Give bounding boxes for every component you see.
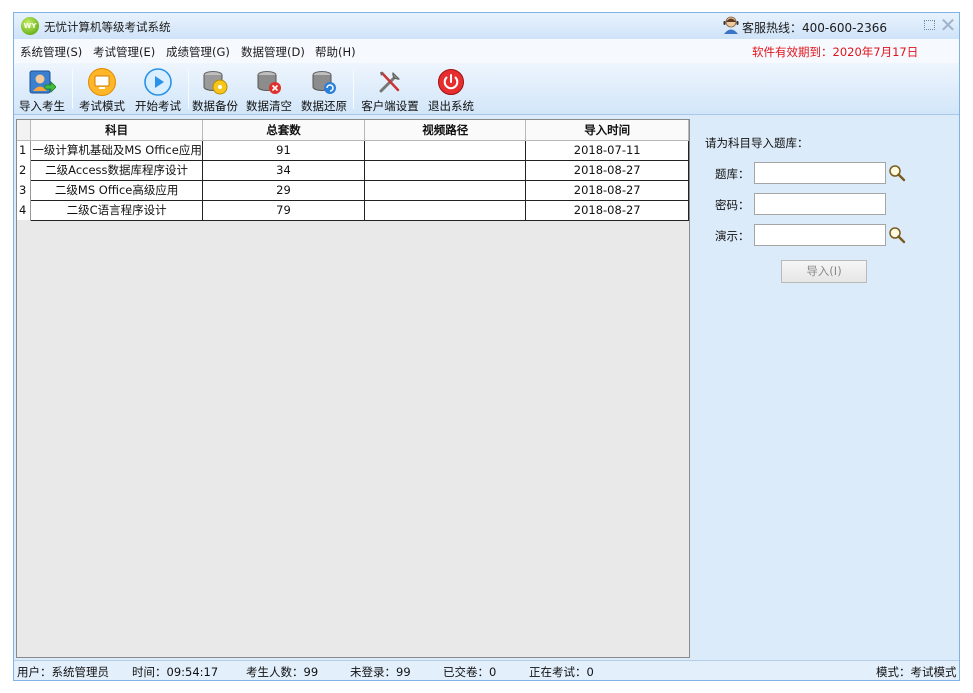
menu-score[interactable]: 成绩管理(G): [166, 44, 230, 60]
data-restore-icon: [312, 71, 336, 94]
exit-system-icon: [438, 69, 464, 95]
row-index: 4: [17, 200, 32, 220]
start-exam-button[interactable]: 开始考试: [131, 66, 185, 113]
import-students-label: 导入考生: [19, 99, 65, 113]
client-settings-label: 客户端设置: [361, 99, 419, 113]
subject-table: 科目 总套数 视频路径 导入时间 1 一级计算机基础及MS Office应用 9…: [17, 120, 689, 221]
status-mode: 模式：考试模式: [876, 665, 957, 679]
data-restore-label: 数据还原: [301, 99, 347, 113]
subject-grid: 科目 总套数 视频路径 导入时间 1 一级计算机基础及MS Office应用 9…: [16, 119, 690, 658]
column-header-count[interactable]: 总套数: [202, 120, 366, 141]
toolbar-separator: [72, 69, 73, 109]
cell-subject[interactable]: 二级C语言程序设计: [30, 199, 203, 221]
cell-video[interactable]: [364, 139, 527, 161]
import-panel: 请为科目导入题库： 题库： 密码： 演示： 导入(I): [693, 119, 958, 658]
exit-system-button[interactable]: 退出系统: [425, 66, 477, 113]
start-exam-icon: [144, 68, 172, 96]
app-logo-icon: WY: [21, 17, 39, 35]
bank-search-icon[interactable]: [888, 164, 906, 182]
title-bar: WY 无忧计算机等级考试系统 客服热线：400-600-2366 ✕: [14, 13, 959, 39]
import-students-button[interactable]: 导入考生: [16, 66, 68, 113]
demo-input[interactable]: [754, 224, 886, 246]
cell-video[interactable]: [364, 179, 527, 201]
bank-label: 题库：: [715, 167, 750, 181]
window-title: 无忧计算机等级考试系统: [44, 20, 171, 34]
data-clear-icon: [257, 71, 281, 94]
exit-system-label: 退出系统: [428, 99, 474, 113]
cell-count[interactable]: 34: [201, 159, 366, 181]
row-index: 2: [17, 160, 32, 180]
row-index: 1: [17, 140, 32, 160]
demo-search-icon[interactable]: [888, 226, 906, 244]
main-window: WY 无忧计算机等级考试系统 客服热线：400-600-2366 ✕ 系统管理(…: [13, 12, 960, 681]
cell-subject[interactable]: 一级计算机基础及MS Office应用: [30, 139, 203, 161]
exam-mode-button[interactable]: 考试模式: [75, 66, 129, 113]
status-submitted: 已交卷：0: [443, 665, 497, 679]
menu-bar: 系统管理(S) 考试管理(E) 成绩管理(G) 数据管理(D) 帮助(H) 软件…: [14, 39, 959, 63]
cell-time[interactable]: 2018-08-27: [525, 179, 689, 201]
cell-count[interactable]: 29: [201, 179, 366, 201]
password-input[interactable]: [754, 193, 886, 215]
menu-exam[interactable]: 考试管理(E): [93, 44, 155, 60]
data-clear-button[interactable]: 数据清空: [244, 66, 294, 113]
table-row[interactable]: 2 二级Access数据库程序设计 34 2018-08-27: [17, 159, 689, 181]
expiry-notice: 软件有效期到：2020年7月17日: [752, 45, 919, 59]
status-user: 用户：系统管理员: [17, 665, 109, 679]
cell-video[interactable]: [364, 199, 527, 221]
menu-help[interactable]: 帮助(H): [315, 44, 356, 60]
data-backup-button[interactable]: 数据备份: [191, 66, 239, 113]
exam-mode-label: 考试模式: [79, 99, 125, 113]
menu-system[interactable]: 系统管理(S): [20, 44, 82, 60]
column-header-video[interactable]: 视频路径: [364, 120, 527, 141]
cell-time[interactable]: 2018-08-27: [525, 199, 689, 221]
import-students-icon: [29, 70, 56, 94]
cell-subject[interactable]: 二级MS Office高级应用: [30, 179, 203, 201]
customer-service-icon: [723, 16, 739, 34]
password-label: 密码：: [715, 198, 750, 212]
close-button[interactable]: ✕: [939, 15, 957, 35]
row-index: 3: [17, 180, 32, 200]
data-backup-label: 数据备份: [192, 99, 238, 113]
import-panel-title: 请为科目导入题库：: [705, 136, 809, 150]
demo-label: 演示：: [715, 229, 750, 243]
toolbar-separator: [353, 69, 354, 109]
data-restore-button[interactable]: 数据还原: [299, 66, 349, 113]
cell-video[interactable]: [364, 159, 527, 181]
table-header-row: 科目 总套数 视频路径 导入时间: [17, 120, 689, 141]
cell-subject[interactable]: 二级Access数据库程序设计: [30, 159, 203, 181]
status-time: 时间：09:54:17: [132, 665, 219, 679]
table-row[interactable]: 4 二级C语言程序设计 79 2018-08-27: [17, 199, 689, 221]
data-backup-icon: [203, 71, 228, 95]
column-header-time[interactable]: 导入时间: [525, 120, 689, 141]
status-bar: 用户：系统管理员 时间：09:54:17 考生人数：99 未登录：99 已交卷：…: [14, 660, 959, 680]
menu-data[interactable]: 数据管理(D): [241, 44, 305, 60]
exam-mode-icon: [88, 68, 116, 96]
cell-count[interactable]: 91: [201, 139, 366, 161]
client-settings-icon: [379, 71, 400, 93]
cell-time[interactable]: 2018-08-27: [525, 159, 689, 181]
toolbar: 导入考生 考试模式 开始考试 数据备份 数据清空 数据还原 客户端设置 退出系统: [14, 63, 959, 115]
import-button[interactable]: 导入(I): [781, 260, 867, 283]
data-clear-label: 数据清空: [246, 99, 292, 113]
start-exam-label: 开始考试: [135, 99, 181, 113]
hotline-text: 客服热线：400-600-2366: [742, 21, 888, 35]
cell-count[interactable]: 79: [201, 199, 366, 221]
column-header-subject[interactable]: 科目: [30, 120, 203, 141]
row-header-corner: [17, 120, 32, 141]
table-row[interactable]: 3 二级MS Office高级应用 29 2018-08-27: [17, 179, 689, 201]
bank-input[interactable]: [754, 162, 886, 184]
status-students: 考生人数：99: [246, 665, 319, 679]
status-not-logged: 未登录：99: [350, 665, 411, 679]
cell-time[interactable]: 2018-07-11: [525, 139, 689, 161]
toolbar-separator: [188, 69, 189, 109]
table-row[interactable]: 1 一级计算机基础及MS Office应用 91 2018-07-11: [17, 139, 689, 161]
restore-button[interactable]: [924, 20, 935, 30]
client-settings-button[interactable]: 客户端设置: [359, 66, 421, 113]
status-in-exam: 正在考试：0: [529, 665, 594, 679]
